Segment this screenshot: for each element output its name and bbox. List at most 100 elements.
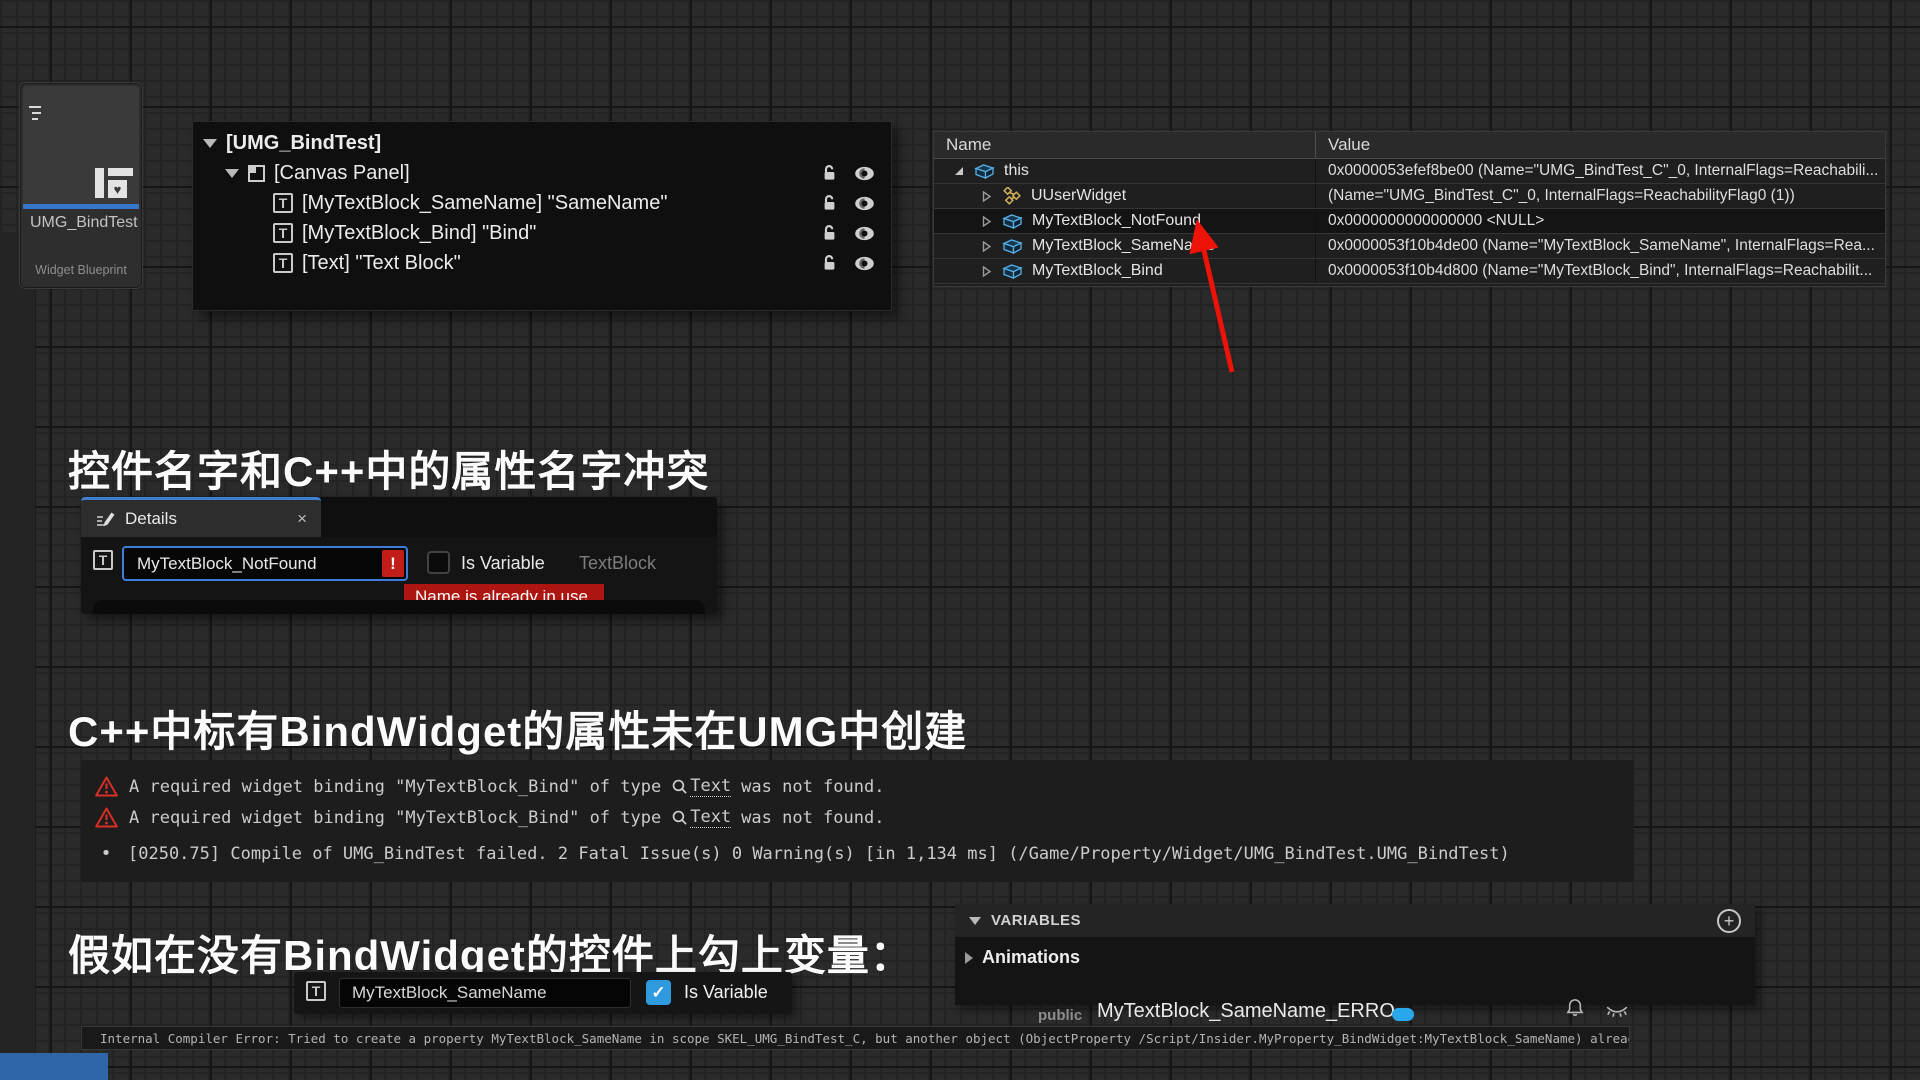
textblock-icon: T xyxy=(306,981,326,1001)
watch-name-uuserwidget: UUserWidget xyxy=(1031,187,1126,205)
bullet-icon: • xyxy=(95,843,117,864)
watch-row-samename[interactable]: MyTextBlock_SameName 0x0000053f10b4de00 … xyxy=(934,234,1885,259)
blueprint-grid-background: ♥ UMG_BindTest Widget Blueprint [UMG_Bin… xyxy=(0,0,1920,1080)
widget-hierarchy-panel: [UMG_BindTest] [Canvas Panel] T [MyTextB… xyxy=(192,121,892,311)
watch-column-value[interactable]: Value xyxy=(1316,135,1370,155)
widget-name-input-samename[interactable] xyxy=(339,978,631,1008)
widget-type-label: TextBlock xyxy=(579,553,656,574)
internal-compiler-error-text: Internal Compiler Error: Tried to create… xyxy=(100,1031,1630,1046)
watch-row-notfound[interactable]: MyTextBlock_NotFound 0x0000000000000000 … xyxy=(934,209,1885,234)
details-panel: Details × T ! Is Variable TextBlock Name… xyxy=(81,497,717,614)
hierarchy-row-bind[interactable]: T [MyTextBlock_Bind] "Bind" xyxy=(193,218,891,248)
asset-thumbnail: ♥ xyxy=(23,86,139,204)
lock-open-icon[interactable] xyxy=(822,254,837,272)
tree-collapsed-icon[interactable] xyxy=(982,241,992,252)
variables-body: Animations public MyTextBlock_SameName_E… xyxy=(955,937,1755,1005)
is-variable-label: Is Variable xyxy=(684,982,768,1003)
debug-watch-table: Name Value this 0x0000053efef8be00 (Name… xyxy=(933,131,1886,287)
hierarchy-canvas-label: [Canvas Panel] xyxy=(274,162,410,185)
watch-value-uuserwidget: (Name="UMG_BindTest_C"_0, InternalFlags=… xyxy=(1316,184,1885,208)
textblock-icon: T xyxy=(273,223,293,243)
log-row-1[interactable]: A required widget binding "MyTextBlock_B… xyxy=(81,771,1634,802)
warning-triangle-icon xyxy=(95,807,118,828)
eye-closed-icon[interactable] xyxy=(1605,1004,1629,1018)
widget-name-input[interactable] xyxy=(122,546,408,581)
notify-bell-icon[interactable] xyxy=(1565,997,1585,1019)
variable-name[interactable]: MyTextBlock_SameName_ERRO xyxy=(1097,1000,1395,1023)
widget-blueprint-icon: ♥ xyxy=(95,168,133,198)
visibility-eye-icon[interactable] xyxy=(854,256,875,271)
variables-header[interactable]: VARIABLES + xyxy=(955,904,1755,937)
details-tab[interactable]: Details × xyxy=(81,497,321,537)
hierarchy-row-root[interactable]: [UMG_BindTest] xyxy=(193,128,891,158)
asset-title: UMG_BindTest xyxy=(30,214,138,232)
heading-bindwidget-missing: C++中标有BindWidget的属性未在UMG中创建 xyxy=(68,698,967,759)
log-row-3[interactable]: • [0250.75] Compile of UMG_BindTest fail… xyxy=(81,838,1634,869)
textblock-icon: T xyxy=(273,193,293,213)
watch-row-uuserwidget[interactable]: UUserWidget (Name="UMG_BindTest_C"_0, In… xyxy=(934,184,1885,209)
log-type-link-label[interactable]: Text xyxy=(690,776,731,797)
group-expand-icon[interactable] xyxy=(965,952,973,964)
variable-type-pill-icon xyxy=(1392,1008,1414,1021)
search-icon xyxy=(671,809,688,826)
left-edge-panel xyxy=(0,232,36,1080)
search-icon xyxy=(671,778,688,795)
watch-row-bind[interactable]: MyTextBlock_Bind 0x0000053f10b4d800 (Nam… xyxy=(934,259,1885,284)
tree-collapsed-icon[interactable] xyxy=(982,191,992,202)
compiler-log-panel: A required widget binding "MyTextBlock_B… xyxy=(81,760,1634,882)
watch-value-this: 0x0000053efef8be00 (Name="UMG_BindTest_C… xyxy=(1316,159,1885,183)
red-annotation-arrow xyxy=(1140,195,1310,405)
animations-group-row[interactable]: Animations xyxy=(965,947,1080,968)
hierarchy-row-canvas[interactable]: [Canvas Panel] xyxy=(193,158,891,188)
textblock-icon: T xyxy=(273,253,293,273)
is-variable-checkbox-unchecked[interactable] xyxy=(427,551,450,574)
expand-arrow-icon[interactable] xyxy=(203,139,217,148)
log-type-link-label[interactable]: Text xyxy=(690,807,731,828)
widget-rename-row: T ✓ Is Variable xyxy=(294,972,792,1014)
close-icon[interactable]: × xyxy=(297,510,307,527)
heart-icon: ♥ xyxy=(108,180,127,198)
visibility-eye-icon[interactable] xyxy=(854,226,875,241)
bottom-left-blue-window-fragment xyxy=(0,1053,108,1080)
asset-subtitle: Widget Blueprint xyxy=(21,263,141,277)
watch-value-bind: 0x0000053f10b4d800 (Name="MyTextBlock_Bi… xyxy=(1316,259,1885,283)
canvas-panel-icon xyxy=(248,165,265,182)
warning-triangle-icon xyxy=(95,776,118,797)
details-tab-label: Details xyxy=(125,509,177,529)
log-text-pre: A required widget binding "MyTextBlock_B… xyxy=(129,808,661,828)
lock-open-icon[interactable] xyxy=(822,164,837,182)
details-next-section-strip xyxy=(93,600,705,614)
tree-collapsed-icon[interactable] xyxy=(982,216,992,227)
expand-arrow-icon[interactable] xyxy=(225,169,239,178)
asset-card-umg-bindtest[interactable]: ♥ UMG_BindTest Widget Blueprint xyxy=(20,83,142,288)
lock-open-icon[interactable] xyxy=(822,224,837,242)
tree-expanded-icon[interactable] xyxy=(954,166,964,176)
hierarchy-bind-label: [MyTextBlock_Bind] "Bind" xyxy=(302,222,536,245)
watch-value-samename: 0x0000053f10b4de00 (Name="MyTextBlock_Sa… xyxy=(1316,234,1885,258)
is-variable-checkbox-checked[interactable]: ✓ xyxy=(646,980,671,1005)
add-variable-button[interactable]: + xyxy=(1717,909,1741,933)
asset-corner-lines-icon xyxy=(29,106,41,120)
lock-open-icon[interactable] xyxy=(822,194,837,212)
hierarchy-samename-label: [MyTextBlock_SameName] "SameName" xyxy=(302,192,667,215)
hierarchy-row-samename[interactable]: T [MyTextBlock_SameName] "SameName" xyxy=(193,188,891,218)
log-type-link[interactable]: Text xyxy=(671,807,731,828)
tree-collapsed-icon[interactable] xyxy=(982,266,992,277)
object-cube-icon xyxy=(974,163,995,180)
watch-row-this[interactable]: this 0x0000053efef8be00 (Name="UMG_BindT… xyxy=(934,159,1885,184)
section-collapse-icon[interactable] xyxy=(969,917,981,925)
hierarchy-row-text[interactable]: T [Text] "Text Block" xyxy=(193,248,891,278)
object-cube-icon xyxy=(1002,213,1023,230)
hierarchy-root-label: [UMG_BindTest] xyxy=(226,132,381,155)
log-type-link[interactable]: Text xyxy=(671,776,731,797)
animations-group-label: Animations xyxy=(982,947,1080,968)
watch-column-name[interactable]: Name xyxy=(934,132,1316,158)
is-variable-label: Is Variable xyxy=(461,553,545,574)
log-row-2[interactable]: A required widget binding "MyTextBlock_B… xyxy=(81,802,1634,833)
class-gold-icon xyxy=(1002,187,1022,205)
visibility-eye-icon[interactable] xyxy=(854,196,875,211)
visibility-eye-icon[interactable] xyxy=(854,166,875,181)
heading-name-conflict: 控件名字和C++中的属性名字冲突 xyxy=(68,438,709,499)
details-pencil-icon xyxy=(95,509,115,529)
log-text-pre: A required widget binding "MyTextBlock_B… xyxy=(129,777,661,797)
